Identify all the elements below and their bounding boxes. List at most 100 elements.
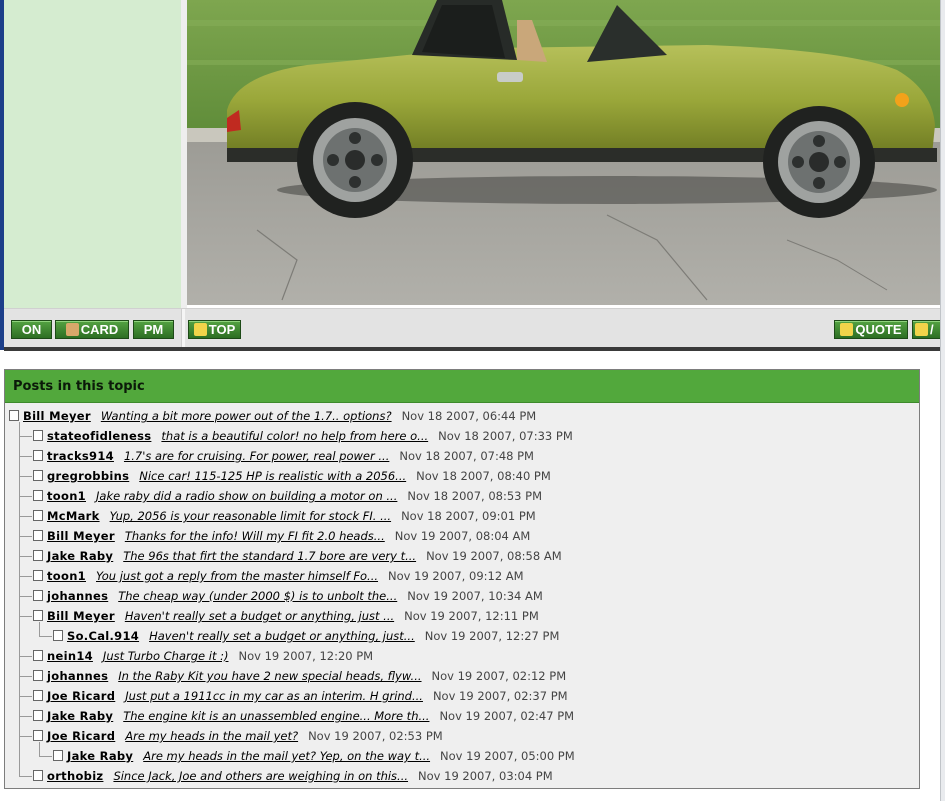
document-icon: [33, 570, 43, 581]
document-icon: [33, 770, 43, 781]
post-author-link[interactable]: gregrobbins: [47, 469, 129, 483]
tree-connector: [19, 696, 32, 697]
topic-post-row: gregrobbins Nice car! 115-125 HP is reali…: [33, 466, 551, 486]
post-action-bar: ON CARD PM TOP QUOTE /: [4, 308, 942, 348]
post-date: Nov 19 2007, 02:53 PM: [308, 729, 443, 743]
tree-connector: [19, 736, 32, 737]
pm-label: PM: [143, 322, 164, 337]
post-photo-car: [187, 0, 940, 305]
document-icon: [33, 470, 43, 481]
post-author-link[interactable]: Joe Ricard: [47, 689, 115, 703]
post-date: Nov 19 2007, 02:12 PM: [431, 669, 567, 683]
post-author-link[interactable]: toon1: [47, 569, 86, 583]
post-subject-link[interactable]: Wanting a bit more power out of the 1.7.…: [101, 409, 392, 423]
post-author-link[interactable]: nein14: [47, 649, 93, 663]
document-icon: [33, 430, 43, 441]
post-subject-link[interactable]: The engine kit is an unassembled engine.…: [123, 709, 429, 723]
topic-post-row: stateofidleness that is a beautiful color…: [33, 426, 573, 446]
post-divider-bar: [4, 347, 940, 351]
post-subject-link[interactable]: Haven't really set a budget or anything,…: [149, 629, 415, 643]
post-date: Nov 19 2007, 12:11 PM: [404, 609, 539, 623]
document-icon: [33, 670, 43, 681]
post-subject-link[interactable]: Jake raby did a radio show on building a…: [96, 489, 397, 503]
post-date: Nov 19 2007, 08:04 AM: [394, 529, 531, 543]
post-author-link[interactable]: So.Cal.914: [67, 629, 139, 643]
tree-connector: [19, 616, 32, 617]
post-subject-link[interactable]: In the Raby Kit you have 2 new special h…: [118, 669, 421, 683]
post-author-link[interactable]: johannes: [47, 669, 108, 683]
post-subject-link[interactable]: Haven't really set a budget or anything,…: [125, 609, 394, 623]
tree-connector: [19, 536, 32, 537]
post-date: Nov 19 2007, 05:00 PM: [440, 749, 575, 763]
post-author-link[interactable]: Jake Raby: [67, 749, 133, 763]
document-icon: [53, 750, 63, 761]
quote-button[interactable]: QUOTE: [834, 320, 908, 339]
reply-button[interactable]: /: [912, 320, 942, 339]
post-author-link[interactable]: Bill Meyer: [23, 409, 91, 423]
post-author-link[interactable]: johannes: [47, 589, 108, 603]
document-icon: [33, 450, 43, 461]
scrollbar-edge[interactable]: [940, 0, 945, 801]
topic-post-row: Jake Raby The 96s that firt the standard …: [33, 546, 562, 566]
post-subject-link[interactable]: Just put a 1911cc in my car as an interi…: [125, 689, 423, 703]
post-author-link[interactable]: Joe Ricard: [47, 729, 115, 743]
post-date: Nov 19 2007, 02:47 PM: [439, 709, 575, 723]
post-subject-link[interactable]: Just Turbo Charge it :): [103, 649, 229, 663]
topic-post-row: toon1 Jake raby did a radio show on build…: [33, 486, 542, 506]
post-author-link[interactable]: Jake Raby: [47, 549, 113, 563]
post-subject-link[interactable]: Are my heads in the mail yet?: [125, 729, 298, 743]
post-subject-link[interactable]: Nice car! 115-125 HP is realistic with a…: [139, 469, 406, 483]
post-author-link[interactable]: Jake Raby: [47, 709, 113, 723]
tree-connector: [39, 636, 52, 637]
post-subject-link[interactable]: You just got a reply from the master him…: [96, 569, 378, 583]
post-subject-link[interactable]: Thanks for the info! Will my FI fit 2.0 …: [125, 529, 385, 543]
post-subject-link[interactable]: Yup, 2056 is your reasonable limit for s…: [110, 509, 391, 523]
tree-connector: [19, 436, 32, 437]
topic-post-row: toon1 You just got a reply from the maste…: [33, 566, 524, 586]
post-author-link[interactable]: Bill Meyer: [47, 529, 115, 543]
tree-connector: [19, 456, 32, 457]
online-status-button[interactable]: ON: [11, 320, 52, 339]
topic-post-row: Joe Ricard Just put a 1911cc in my car as…: [33, 686, 568, 706]
topic-post-row: Jake Raby Are my heads in the mail yet? Y…: [53, 746, 575, 766]
document-icon: [33, 710, 43, 721]
post-subject-link[interactable]: Since Jack, Joe and others are weighing …: [113, 769, 408, 783]
post-date: Nov 18 2007, 08:53 PM: [407, 489, 542, 503]
post-date: Nov 19 2007, 09:12 AM: [388, 569, 524, 583]
post-author-link[interactable]: Bill Meyer: [47, 609, 115, 623]
post-subject-link[interactable]: 1.7's are for cruising. For power, real …: [124, 449, 389, 463]
plus-icon: [840, 323, 854, 336]
post-date: Nov 19 2007, 10:34 AM: [407, 589, 543, 603]
topic-post-row: Bill Meyer Thanks for the info! Will my F…: [33, 526, 530, 546]
post-date: Nov 19 2007, 08:58 AM: [426, 549, 562, 563]
document-icon: [33, 510, 43, 521]
post-author-link[interactable]: toon1: [47, 489, 86, 503]
top-button[interactable]: TOP: [188, 320, 241, 339]
post-author-link[interactable]: orthobiz: [47, 769, 103, 783]
post-subject-link[interactable]: The cheap way (under 2000 $) is to unbol…: [118, 589, 397, 603]
topic-post-row: Bill Meyer Wanting a bit more power out o…: [9, 406, 536, 426]
post-author-link[interactable]: tracks914: [47, 449, 114, 463]
post-subject-link[interactable]: Are my heads in the mail yet? Yep, on th…: [143, 749, 430, 763]
post-author-link[interactable]: stateofidleness: [47, 429, 151, 443]
document-icon: [33, 530, 43, 541]
online-label: ON: [21, 322, 42, 337]
top-label: TOP: [208, 322, 236, 337]
tree-connector: [19, 676, 32, 677]
post-author-link[interactable]: McMark: [47, 509, 100, 523]
topic-post-row: orthobiz Since Jack, Joe and others are w…: [33, 766, 553, 786]
document-icon: [33, 610, 43, 621]
pm-button[interactable]: PM: [133, 320, 174, 339]
topic-post-row: Jake Raby The engine kit is an unassemble…: [33, 706, 574, 726]
topic-post-row: johannes In the Raby Kit you have 2 new s…: [33, 666, 566, 686]
post-date: Nov 19 2007, 03:04 PM: [418, 769, 553, 783]
card-button[interactable]: CARD: [55, 320, 129, 339]
tree-connector: [39, 622, 40, 636]
tree-connector: [19, 716, 32, 717]
topic-post-row: Joe Ricard Are my heads in the mail yet? N…: [33, 726, 443, 746]
arrow-up-icon: [193, 323, 207, 336]
quote-marks-icon: [915, 323, 928, 336]
post-subject-link[interactable]: that is a beautiful color! no help from …: [161, 429, 428, 443]
post-subject-link[interactable]: The 96s that firt the standard 1.7 bore …: [123, 549, 416, 563]
post-date: Nov 18 2007, 07:48 PM: [399, 449, 534, 463]
